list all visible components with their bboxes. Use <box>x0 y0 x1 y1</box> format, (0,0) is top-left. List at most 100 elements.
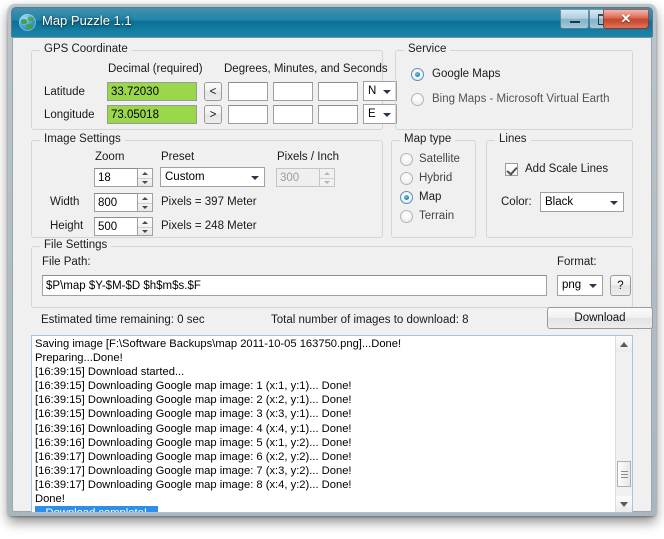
log-line[interactable]: [16:39:15] Download started... <box>35 365 615 379</box>
globe-icon <box>19 14 36 31</box>
log-line-text: [16:39:16] Downloading Google map image:… <box>35 436 352 449</box>
latitude-minutes-input[interactable] <box>273 82 313 101</box>
radio-satellite-label[interactable]: Satellite <box>419 153 460 165</box>
preset-select[interactable]: Custom <box>160 167 265 187</box>
zoom-input[interactable] <box>94 168 138 187</box>
log-line-text: Preparing...Done! <box>35 352 123 365</box>
scroll-down-button[interactable] <box>616 496 632 512</box>
preset-value: Custom <box>165 171 205 183</box>
service-group-title: Service <box>404 43 451 55</box>
latitude-degrees-input[interactable] <box>228 82 268 101</box>
gps-coordinate-group: GPS Coordinate Decimal (required) Degree… <box>31 43 397 130</box>
radio-google-maps-label[interactable]: Google Maps <box>432 68 500 80</box>
close-icon: ✕ <box>620 11 632 26</box>
title-bar[interactable]: Map Puzzle 1.1 ✕ <box>11 7 653 37</box>
log-line[interactable]: [16:39:16] Downloading Google map image:… <box>35 422 615 436</box>
stepper-up-icon <box>142 220 148 224</box>
log-scrollbar[interactable] <box>615 336 632 512</box>
latitude-seconds-input[interactable] <box>318 82 358 101</box>
format-label: Format: <box>557 256 597 268</box>
add-scale-lines-label[interactable]: Add Scale Lines <box>525 163 608 175</box>
radio-satellite[interactable] <box>400 153 413 166</box>
radio-hybrid-label[interactable]: Hybrid <box>419 172 452 184</box>
lines-group: Lines Add Scale Lines Color: Black <box>486 133 633 238</box>
longitude-hemisphere-select[interactable]: E <box>363 104 397 124</box>
radio-google-maps[interactable] <box>411 68 424 81</box>
height-stepper[interactable] <box>138 217 153 236</box>
line-color-select[interactable]: Black <box>540 192 624 212</box>
scrollbar-thumb[interactable] <box>617 461 631 487</box>
download-button[interactable]: Download <box>547 307 653 329</box>
map-type-group-title: Map type <box>400 133 456 145</box>
log-line-text: [16:39:17] Downloading Google map image:… <box>35 450 352 463</box>
minimize-button[interactable] <box>560 9 589 29</box>
chevron-down-icon <box>383 90 391 94</box>
log-line[interactable]: Saving image [F:\Software Backups\map 20… <box>35 337 615 351</box>
radio-terrain-label[interactable]: Terrain <box>419 210 454 222</box>
height-label: Height <box>50 220 84 232</box>
longitude-decimal-input[interactable] <box>107 105 197 124</box>
convert-to-dms-button[interactable]: < <box>204 82 222 101</box>
width-label: Width <box>50 196 80 208</box>
stepper-up-icon <box>142 196 148 200</box>
radio-bing-maps[interactable] <box>411 93 424 106</box>
log-line[interactable]: [16:39:15] Downloading Google map image:… <box>35 407 615 421</box>
latitude-hemisphere-select[interactable]: N <box>363 81 397 101</box>
radio-bing-maps-label[interactable]: Bing Maps - Microsoft Virtual Earth <box>432 93 609 105</box>
longitude-seconds-input[interactable] <box>318 105 358 124</box>
log-line[interactable]: [16:39:17] Downloading Google map image:… <box>35 478 615 492</box>
log-line[interactable]: [16:39:17] Downloading Google map image:… <box>35 450 615 464</box>
zoom-stepper[interactable] <box>138 168 153 187</box>
chevron-down-icon <box>610 201 618 205</box>
decimal-header: Decimal (required) <box>108 63 203 75</box>
add-scale-lines-checkbox[interactable] <box>505 163 518 176</box>
log-line[interactable]: [16:39:17] Downloading Google map image:… <box>35 464 615 478</box>
stepper-down-icon <box>142 206 148 210</box>
format-select[interactable]: png <box>557 275 603 296</box>
log-line-text: [16:39:15] Download started... <box>35 366 185 379</box>
log-line[interactable]: -- Download complete! -- <box>35 506 615 512</box>
map-type-group: Map type Satellite Hybrid Map Terrain <box>391 133 476 238</box>
radio-terrain[interactable] <box>400 210 413 223</box>
width-stepper[interactable] <box>138 193 153 212</box>
format-value: png <box>562 279 582 291</box>
file-settings-group-title: File Settings <box>40 239 112 251</box>
close-button[interactable]: ✕ <box>603 9 649 29</box>
log-line[interactable]: Done! <box>35 492 615 506</box>
log-line-text: Saving image [F:\Software Backups\map 20… <box>35 338 402 350</box>
log-text-content[interactable]: Saving image [F:\Software Backups\map 20… <box>32 336 615 512</box>
stepper-up-icon <box>142 171 148 175</box>
service-group: Service Google Maps Bing Maps - Microsof… <box>395 43 633 130</box>
log-line-text: Done! <box>35 493 65 506</box>
radio-hybrid[interactable] <box>400 172 413 185</box>
gps-coordinate-group-title: GPS Coordinate <box>40 43 132 55</box>
log-line[interactable]: [16:39:16] Downloading Google map image:… <box>35 436 615 450</box>
log-line[interactable]: [16:39:15] Downloading Google map image:… <box>35 379 615 393</box>
longitude-degrees-input[interactable] <box>228 105 268 124</box>
client-area: GPS Coordinate Decimal (required) Degree… <box>12 37 653 513</box>
log-line-text: [16:39:15] Downloading Google map image:… <box>35 408 352 421</box>
help-button[interactable]: ? <box>610 275 631 296</box>
radio-map[interactable] <box>400 191 413 204</box>
arrow-down-icon <box>620 501 628 507</box>
scroll-up-button[interactable] <box>616 336 632 352</box>
width-input[interactable] <box>94 193 138 212</box>
log-output[interactable]: Saving image [F:\Software Backups\map 20… <box>31 335 633 513</box>
preset-label: Preset <box>161 151 195 163</box>
log-line[interactable]: [16:39:15] Downloading Google map image:… <box>35 393 615 407</box>
log-line[interactable]: Preparing...Done! <box>35 351 615 365</box>
arrow-up-icon <box>620 341 628 347</box>
longitude-minutes-input[interactable] <box>273 105 313 124</box>
longitude-hemisphere-value: E <box>368 108 376 120</box>
log-line-text: [16:39:15] Downloading Google map image:… <box>35 394 352 407</box>
longitude-label: Longitude <box>44 109 95 121</box>
radio-map-label[interactable]: Map <box>419 191 441 203</box>
width-note: Pixels = 397 Meter <box>161 196 257 208</box>
log-line-text: [16:39:17] Downloading Google map image:… <box>35 464 352 477</box>
height-input[interactable] <box>94 217 138 236</box>
grip-icon <box>620 470 628 478</box>
latitude-decimal-input[interactable] <box>107 82 197 101</box>
convert-to-decimal-button[interactable]: > <box>204 105 222 124</box>
file-path-input[interactable] <box>42 275 547 296</box>
latitude-hemisphere-value: N <box>368 85 377 97</box>
